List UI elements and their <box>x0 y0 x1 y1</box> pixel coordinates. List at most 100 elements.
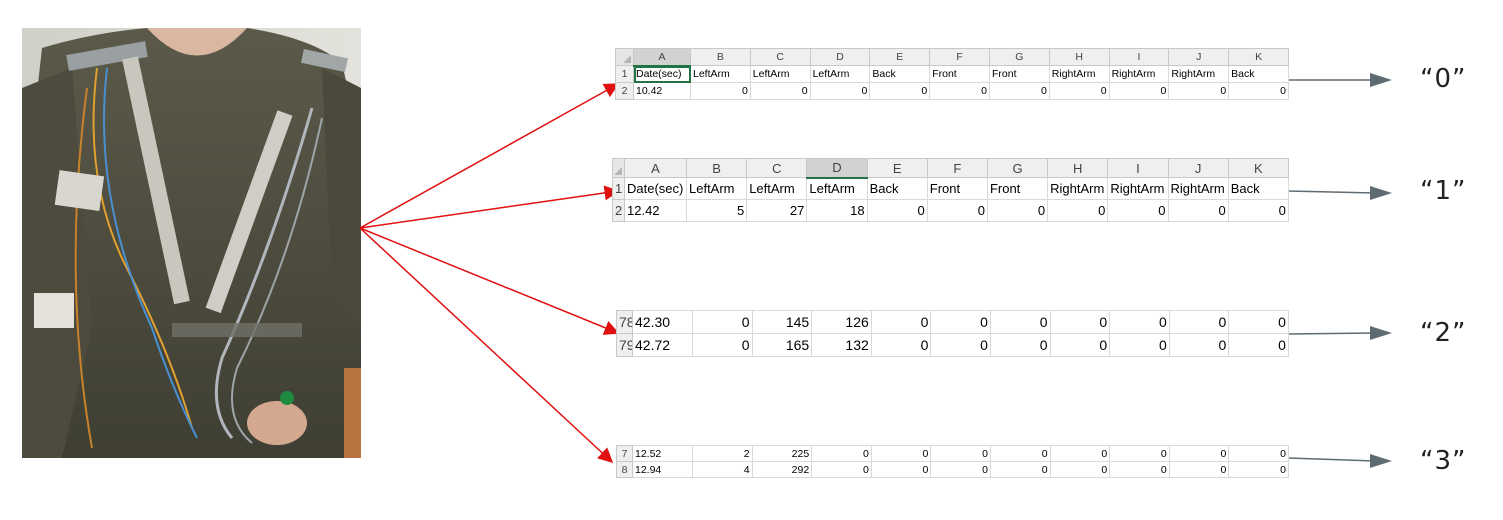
cell[interactable]: Date(sec) <box>633 65 691 83</box>
cell[interactable]: 18 <box>806 199 868 222</box>
cell[interactable]: 0 <box>930 310 991 334</box>
cell[interactable]: 0 <box>1168 333 1230 357</box>
cell[interactable]: 0 <box>870 333 932 357</box>
cell[interactable]: 0 <box>926 199 988 222</box>
cell[interactable]: 4 <box>692 461 753 478</box>
row-number[interactable]: 2 <box>615 82 634 100</box>
cell[interactable]: LeftArm <box>690 65 751 83</box>
col-header[interactable]: H <box>1047 158 1109 178</box>
col-header[interactable]: K <box>1228 48 1289 66</box>
cell[interactable]: 12.94 <box>632 461 693 478</box>
row-number[interactable]: 1 <box>612 177 625 200</box>
cell[interactable]: 0 <box>1109 333 1170 357</box>
cell[interactable]: 0 <box>1107 199 1169 222</box>
cell[interactable]: Front <box>926 177 988 200</box>
cell[interactable]: 0 <box>989 445 1051 462</box>
cell[interactable]: 0 <box>811 461 872 478</box>
cell[interactable]: 0 <box>989 333 1051 357</box>
cell[interactable]: Front <box>988 65 1050 83</box>
cell[interactable]: 12.52 <box>632 445 693 462</box>
col-header[interactable]: B <box>685 158 748 178</box>
cell[interactable]: RightArm <box>1108 65 1170 83</box>
cell[interactable]: 0 <box>1228 333 1289 357</box>
cell[interactable]: 27 <box>746 199 808 222</box>
cell[interactable]: 0 <box>1228 82 1289 100</box>
cell[interactable]: 2 <box>692 445 753 462</box>
cell[interactable]: 0 <box>692 310 753 334</box>
cell[interactable]: 0 <box>870 461 932 478</box>
cell[interactable]: 0 <box>1049 445 1111 462</box>
cell[interactable]: LeftArm <box>809 65 871 83</box>
cell[interactable]: 0 <box>866 199 928 222</box>
cell[interactable]: 0 <box>1228 461 1289 478</box>
cell[interactable]: 0 <box>692 333 753 357</box>
cell[interactable]: 126 <box>811 310 872 334</box>
cell[interactable]: 0 <box>989 461 1051 478</box>
cell[interactable]: 0 <box>1168 310 1230 334</box>
cell[interactable]: 5 <box>685 199 748 222</box>
col-header[interactable]: C <box>746 158 808 178</box>
cell[interactable]: Date(sec) <box>624 177 687 200</box>
cell[interactable]: 0 <box>749 82 811 100</box>
row-number[interactable]: 1 <box>615 65 634 83</box>
cell[interactable]: 0 <box>1108 82 1170 100</box>
cell[interactable]: 0 <box>989 310 1051 334</box>
cell[interactable]: 0 <box>690 82 751 100</box>
cell[interactable]: 10.42 <box>633 82 691 100</box>
col-header[interactable]: D <box>809 48 871 66</box>
col-header[interactable]: A <box>633 48 691 67</box>
cell[interactable]: 0 <box>811 445 872 462</box>
col-header[interactable]: C <box>749 48 811 66</box>
cell[interactable]: 42.72 <box>632 333 693 357</box>
col-header[interactable]: E <box>869 48 931 66</box>
cell[interactable]: 0 <box>869 82 931 100</box>
col-header[interactable]: J <box>1168 48 1230 66</box>
col-header[interactable]: G <box>986 158 1049 178</box>
col-header[interactable]: B <box>690 48 751 66</box>
col-header[interactable]: J <box>1167 158 1229 178</box>
cell[interactable]: Front <box>986 177 1049 200</box>
cell[interactable]: Back <box>869 65 931 83</box>
corner-cell[interactable] <box>615 48 634 66</box>
cell[interactable]: 0 <box>1049 461 1111 478</box>
cell[interactable]: LeftArm <box>806 177 868 200</box>
cell[interactable]: 0 <box>1109 461 1170 478</box>
cell[interactable]: RightArm <box>1048 65 1110 83</box>
cell[interactable]: 132 <box>811 333 872 357</box>
cell[interactable]: 0 <box>1047 199 1109 222</box>
cell[interactable]: RightArm <box>1168 65 1230 83</box>
row-number[interactable]: 79 <box>616 333 633 357</box>
col-header[interactable]: D <box>806 158 868 179</box>
cell[interactable]: 0 <box>986 199 1049 222</box>
col-header[interactable]: E <box>866 158 928 178</box>
cell[interactable]: 225 <box>751 445 813 462</box>
cell[interactable]: 0 <box>929 82 990 100</box>
cell[interactable]: 0 <box>1109 445 1170 462</box>
row-number[interactable]: 78 <box>616 310 633 334</box>
cell[interactable]: 0 <box>1049 310 1111 334</box>
row-number[interactable]: 2 <box>612 199 625 222</box>
cell[interactable]: 0 <box>1048 82 1110 100</box>
cell[interactable]: 0 <box>1168 445 1230 462</box>
cell[interactable]: 0 <box>930 333 991 357</box>
cell[interactable]: RightArm <box>1047 177 1109 200</box>
col-header[interactable]: G <box>988 48 1050 66</box>
col-header[interactable]: I <box>1108 48 1170 66</box>
col-header[interactable]: K <box>1227 158 1289 178</box>
cell[interactable]: Front <box>929 65 990 83</box>
col-header[interactable]: I <box>1107 158 1169 178</box>
cell[interactable]: RightArm <box>1107 177 1169 200</box>
corner-cell[interactable] <box>612 158 625 178</box>
cell[interactable]: RightArm <box>1167 177 1229 200</box>
cell[interactable]: Back <box>1228 65 1289 83</box>
cell[interactable]: 0 <box>870 310 932 334</box>
col-header[interactable]: F <box>929 48 990 66</box>
cell[interactable]: 0 <box>930 445 991 462</box>
cell[interactable]: 12.42 <box>624 199 687 222</box>
cell[interactable]: 0 <box>988 82 1050 100</box>
cell[interactable]: 145 <box>751 310 813 334</box>
cell[interactable]: 0 <box>1168 82 1230 100</box>
row-number[interactable]: 8 <box>616 461 633 478</box>
row-number[interactable]: 7 <box>616 445 633 462</box>
cell[interactable]: 0 <box>930 461 991 478</box>
